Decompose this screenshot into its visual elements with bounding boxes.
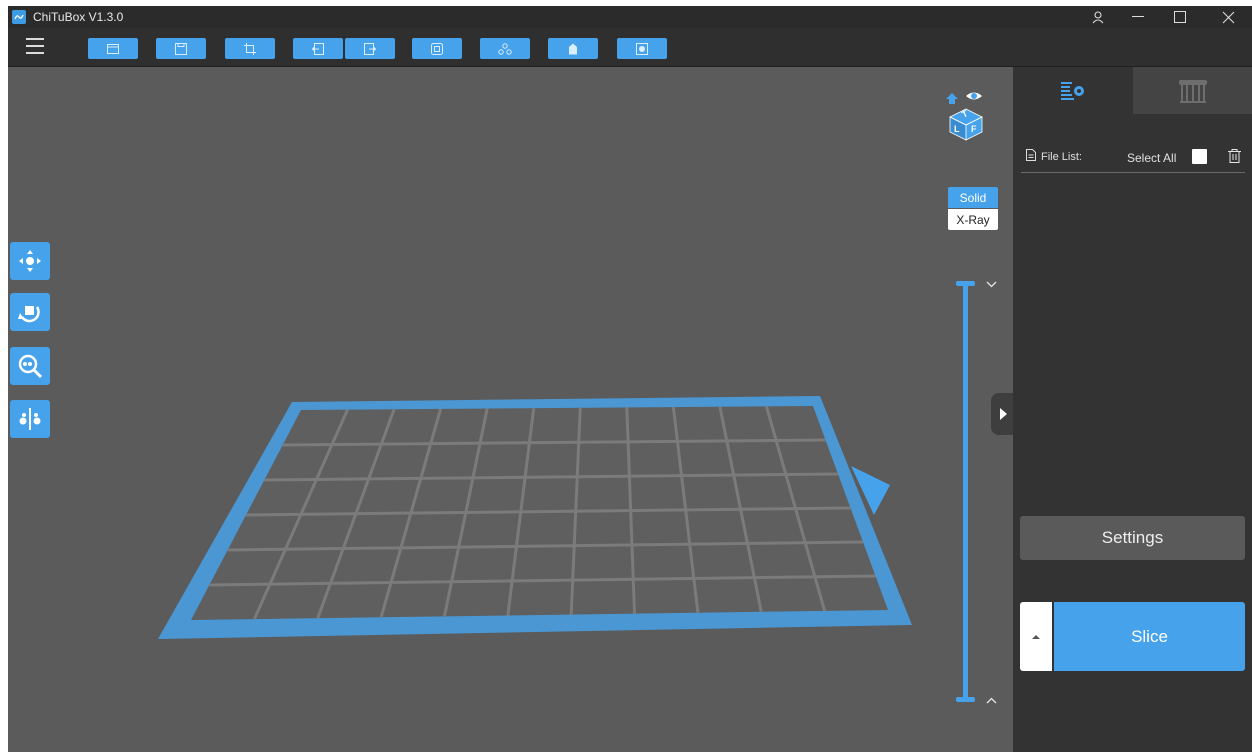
arrange-button[interactable]	[480, 38, 530, 59]
build-plate	[158, 396, 912, 639]
title-bar: ChiTuBox V1.3.0	[8, 6, 1252, 28]
settings-tab-icon	[1061, 81, 1084, 100]
undo-button[interactable]	[293, 38, 343, 59]
play-arrow-icon	[1000, 408, 1007, 420]
arrange-icon	[498, 42, 512, 55]
view-cube-front-face[interactable]: F	[971, 124, 977, 134]
rotate-icon	[18, 306, 40, 323]
undo-icon	[312, 42, 324, 55]
layer-slider-top-handle[interactable]	[956, 281, 975, 286]
chitubox-window: ChiTuBox V1.3.0 T L F Solid X-Ray File L…	[8, 6, 1252, 752]
mirror-tool-button[interactable]	[10, 400, 50, 438]
move-icon	[19, 250, 41, 272]
tab-support[interactable]	[1133, 67, 1252, 114]
toggle-panel-button[interactable]	[991, 393, 1013, 435]
select-all-checkbox[interactable]	[1192, 149, 1207, 164]
settings-button[interactable]: Settings	[1020, 516, 1245, 560]
mirror-icon	[19, 408, 41, 430]
view-cube-left-face[interactable]: L	[954, 124, 960, 134]
close-button[interactable]	[1208, 6, 1248, 28]
rotate-tool-button[interactable]	[10, 293, 50, 331]
right-panel: File List: Select All Settings Slice	[1013, 67, 1252, 752]
select-all-label: Select All	[1127, 151, 1177, 165]
layer-slider-bottom-handle[interactable]	[956, 697, 975, 702]
slice-button[interactable]: Slice	[1054, 602, 1245, 671]
layer-slider-track[interactable]	[963, 283, 968, 699]
file-list-label: File List:	[1041, 151, 1082, 163]
solid-mode-button[interactable]: Solid	[948, 187, 998, 208]
layer-up-chevron-icon[interactable]	[986, 693, 997, 707]
3d-viewport[interactable]: T L F Solid X-Ray	[8, 67, 1013, 752]
file-icon	[1026, 149, 1036, 161]
redo-icon	[364, 42, 376, 55]
trash-icon[interactable]	[1228, 149, 1241, 163]
xray-mode-button[interactable]: X-Ray	[948, 209, 998, 230]
save-button[interactable]	[156, 38, 206, 59]
support-tab-icon	[1178, 79, 1207, 103]
screenshot-button[interactable]	[225, 38, 275, 59]
hollow-icon	[569, 43, 577, 54]
hollow-button[interactable]	[548, 38, 598, 59]
hamburger-menu-icon[interactable]	[26, 38, 44, 54]
slice-options-button[interactable]	[1020, 602, 1052, 671]
home-view-icon[interactable]	[946, 93, 958, 104]
slice-button-group: Slice	[1020, 602, 1245, 671]
window-title: ChiTuBox V1.3.0	[33, 10, 124, 24]
divider	[1021, 172, 1245, 173]
minimize-button[interactable]	[1118, 6, 1158, 28]
redo-button[interactable]	[345, 38, 395, 59]
scale-icon	[18, 354, 43, 379]
file-list-header: File List: Select All	[1021, 145, 1243, 171]
open-file-icon	[107, 43, 119, 54]
caret-up-icon	[1032, 635, 1040, 639]
view-cube[interactable]: T L F	[942, 87, 990, 141]
dig-hole-icon	[636, 42, 648, 55]
copy-icon	[431, 42, 443, 55]
maximize-button[interactable]	[1160, 6, 1200, 28]
app-logo-icon	[12, 10, 26, 24]
tab-settings[interactable]	[1013, 67, 1133, 114]
dig-hole-button[interactable]	[617, 38, 667, 59]
move-tool-button[interactable]	[10, 242, 50, 280]
screenshot-icon	[244, 42, 256, 55]
main-toolbar	[8, 28, 1252, 67]
save-icon	[175, 42, 187, 55]
eye-icon[interactable]	[966, 92, 982, 100]
layer-down-chevron-icon[interactable]	[986, 277, 997, 291]
open-file-button[interactable]	[88, 38, 138, 59]
account-icon[interactable]	[1078, 6, 1118, 28]
copy-button[interactable]	[412, 38, 462, 59]
scale-tool-button[interactable]	[10, 347, 50, 385]
